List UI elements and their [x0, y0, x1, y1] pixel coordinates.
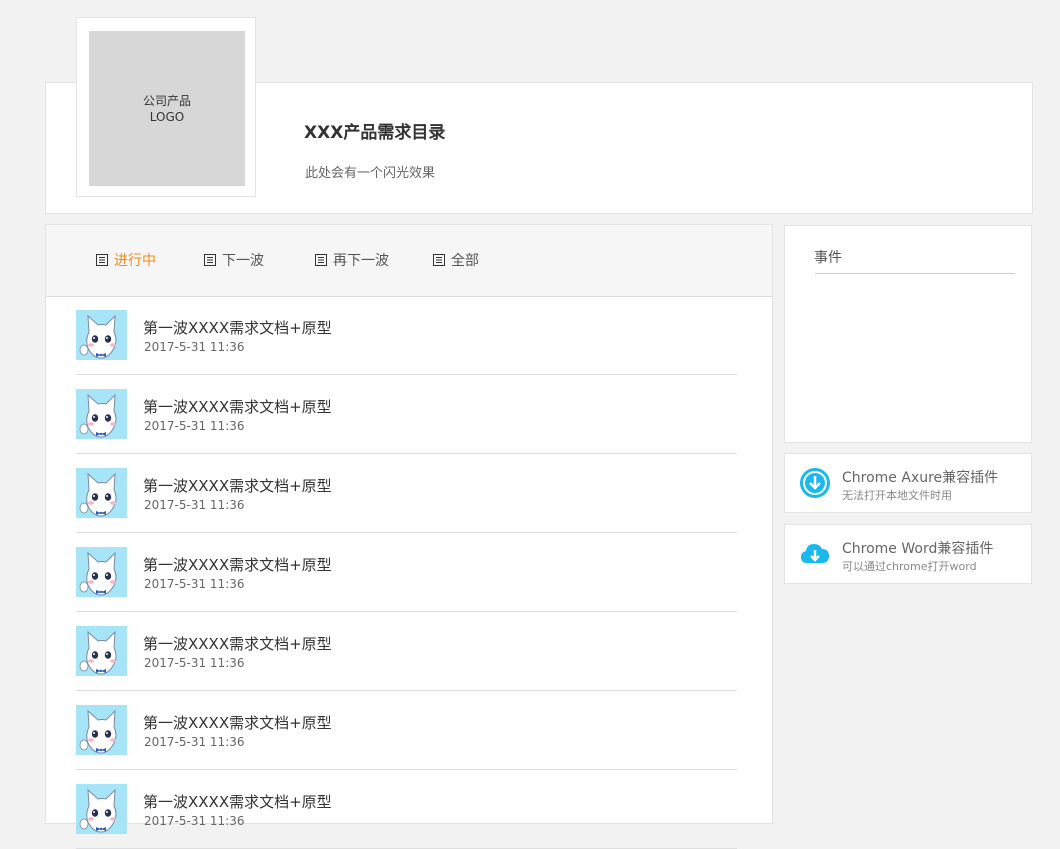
list-icon [433, 254, 445, 266]
tab-label: 进行中 [114, 253, 156, 269]
divider [815, 273, 1015, 274]
item-title: 第一波XXXX需求文档+原型 [143, 714, 332, 732]
item-title: 第一波XXXX需求文档+原型 [143, 398, 332, 416]
tab-after-next-wave[interactable]: 再下一波 [315, 251, 389, 269]
list-icon [204, 254, 216, 266]
cat-avatar-icon [76, 389, 127, 439]
events-card: 事件 [784, 225, 1032, 443]
plugin-title: Chrome Axure兼容插件 [842, 470, 999, 486]
item-title: 第一波XXXX需求文档+原型 [143, 319, 332, 337]
item-title: 第一波XXXX需求文档+原型 [143, 477, 332, 495]
tab-next-wave[interactable]: 下一波 [204, 251, 264, 269]
list-icon [96, 254, 108, 266]
list-item[interactable]: 第一波XXXX需求文档+原型 2017-5-31 11:36 [76, 296, 737, 375]
list-icon [315, 254, 327, 266]
plugin-description: 可以通过chrome打开word [842, 560, 977, 573]
page-subtitle: 此处会有一个闪光效果 [305, 166, 436, 181]
item-title: 第一波XXXX需求文档+原型 [143, 635, 332, 653]
page-title: XXX产品需求目录 [304, 123, 446, 143]
item-timestamp: 2017-5-31 11:36 [144, 340, 245, 354]
plugin-title: Chrome Word兼容插件 [842, 541, 994, 557]
item-title: 第一波XXXX需求文档+原型 [143, 793, 332, 811]
logo-text-line2: LOGO [149, 109, 185, 124]
chrome-axure-plugin-card[interactable]: Chrome Axure兼容插件 无法打开本地文件时用 [784, 453, 1032, 513]
item-timestamp: 2017-5-31 11:36 [144, 735, 245, 749]
company-logo: 公司产品 LOGO [89, 31, 245, 186]
item-timestamp: 2017-5-31 11:36 [144, 814, 245, 828]
item-timestamp: 2017-5-31 11:36 [144, 577, 245, 591]
item-timestamp: 2017-5-31 11:36 [144, 498, 245, 512]
tab-label: 全部 [451, 253, 479, 269]
tab-label: 下一波 [222, 253, 264, 269]
cat-avatar-icon [76, 626, 127, 676]
logo-text-line1: 公司产品 [142, 93, 191, 108]
tab-all[interactable]: 全部 [433, 251, 479, 269]
cat-avatar-icon [76, 784, 127, 834]
cloud-download-icon [801, 544, 829, 563]
cat-avatar-icon [76, 547, 127, 597]
list-item[interactable]: 第一波XXXX需求文档+原型 2017-5-31 11:36 [76, 454, 737, 533]
item-title: 第一波XXXX需求文档+原型 [143, 556, 332, 574]
tab-in-progress[interactable]: 进行中 [96, 251, 156, 269]
item-timestamp: 2017-5-31 11:36 [144, 419, 245, 433]
list-item[interactable]: 第一波XXXX需求文档+原型 2017-5-31 11:36 [76, 533, 737, 612]
list-item[interactable]: 第一波XXXX需求文档+原型 2017-5-31 11:36 [76, 375, 737, 454]
chrome-word-plugin-card[interactable]: Chrome Word兼容插件 可以通过chrome打开word [784, 524, 1032, 584]
list-item[interactable]: 第一波XXXX需求文档+原型 2017-5-31 11:36 [76, 612, 737, 691]
download-circle-icon [800, 468, 830, 498]
tab-label: 再下一波 [333, 253, 389, 269]
plugin-description: 无法打开本地文件时用 [842, 489, 952, 502]
cat-avatar-icon [76, 310, 127, 360]
item-timestamp: 2017-5-31 11:36 [144, 656, 245, 670]
list-item[interactable]: 第一波XXXX需求文档+原型 2017-5-31 11:36 [76, 770, 737, 849]
list-item[interactable]: 第一波XXXX需求文档+原型 2017-5-31 11:36 [76, 691, 737, 770]
cat-avatar-icon [76, 468, 127, 518]
cat-avatar-icon [76, 705, 127, 755]
events-title: 事件 [814, 250, 842, 266]
tab-bar: 进行中 下一波 再下一波 全部 [46, 225, 772, 297]
main-panel: 进行中 下一波 再下一波 全部 第一波XXXX需求文档+原型 2017-5-31… [45, 224, 773, 849]
logo-frame: 公司产品 LOGO [76, 17, 256, 197]
